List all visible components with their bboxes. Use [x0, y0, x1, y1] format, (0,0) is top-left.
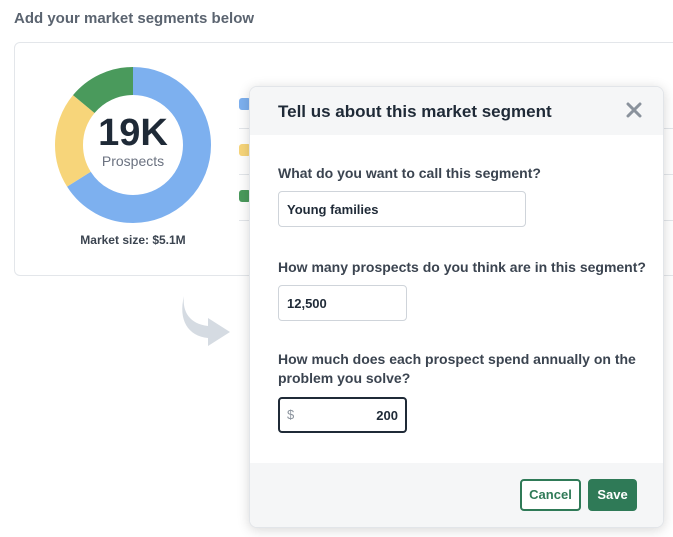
segment-modal: Tell us about this market segment What d…	[249, 86, 664, 528]
market-size-label: Market size: $5.1M	[80, 233, 186, 247]
curved-arrow-icon	[182, 296, 230, 346]
page-heading: Add your market segments below	[14, 10, 255, 27]
prospects-count-label: How many prospects do you think are in t…	[278, 259, 646, 275]
annual-spend-label: How much does each prospect spend annual…	[278, 351, 636, 386]
currency-symbol: $	[287, 407, 295, 422]
annual-spend-field[interactable]: $	[278, 397, 407, 433]
close-icon[interactable]	[625, 101, 643, 119]
prospects-donut-chart: 19K Prospects	[55, 67, 211, 223]
modal-title: Tell us about this market segment	[278, 102, 552, 121]
donut-center: 19K Prospects	[55, 67, 211, 223]
segment-name-input[interactable]	[278, 191, 526, 227]
annual-spend-input[interactable]	[302, 399, 398, 431]
modal-header: Tell us about this market segment	[250, 87, 663, 135]
cancel-button[interactable]: Cancel	[520, 479, 581, 511]
prospects-count-input[interactable]	[278, 285, 407, 321]
donut-total-value: 19K	[98, 112, 168, 154]
donut-total-label: Prospects	[101, 153, 165, 169]
segment-name-label: What do you want to call this segment?	[278, 165, 541, 181]
save-button[interactable]: Save	[588, 479, 637, 511]
modal-footer: Cancel Save	[250, 463, 663, 527]
